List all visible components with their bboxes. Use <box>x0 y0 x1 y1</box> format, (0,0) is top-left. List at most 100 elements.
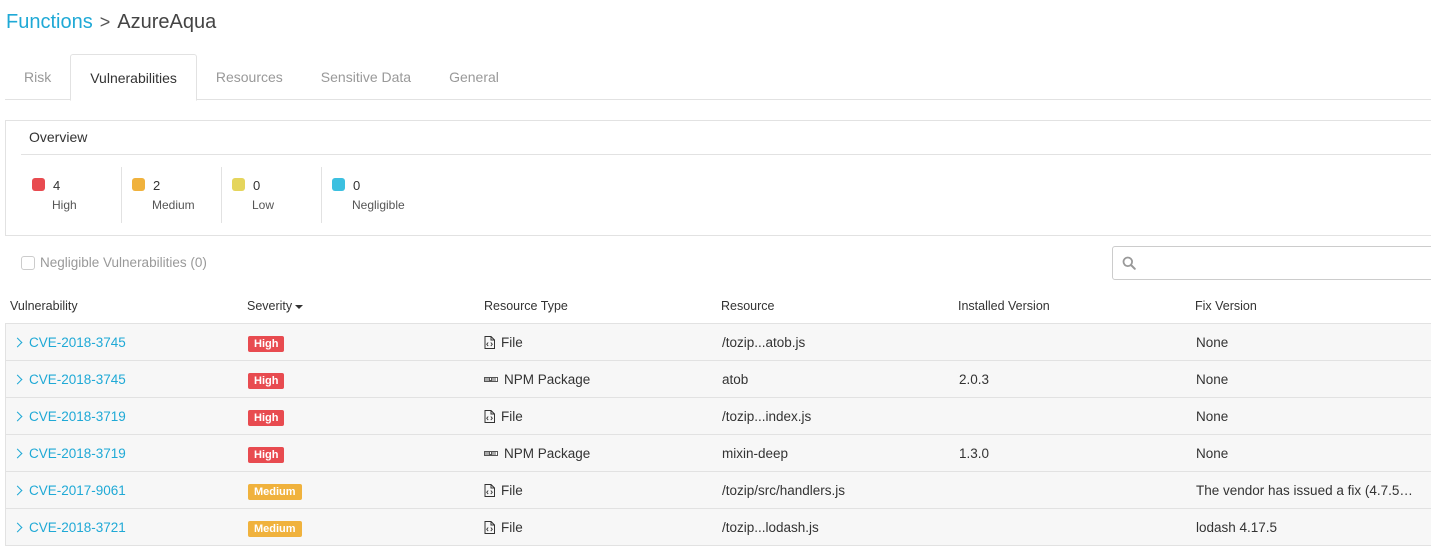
installed-version: 2.0.3 <box>959 372 990 387</box>
chevron-right-icon[interactable] <box>12 448 23 459</box>
breadcrumb: Functions > AzureAqua <box>6 9 216 35</box>
table-row[interactable]: CVE-2018-3719 High NPM Package mixin-dee… <box>5 435 1431 472</box>
cve-id[interactable]: CVE-2018-3719 <box>29 446 126 461</box>
high-swatch-icon <box>32 178 45 191</box>
severity-badge: High <box>248 447 285 463</box>
tab-bar: Risk Vulnerabilities Resources Sensitive… <box>5 54 1431 101</box>
fix-version: lodash 4.17.5 <box>1196 520 1278 535</box>
fix-version: None <box>1196 335 1229 350</box>
cve-link[interactable]: CVE-2017-9061 <box>10 483 126 498</box>
npm-icon <box>484 376 501 383</box>
chevron-right-icon[interactable] <box>12 485 23 496</box>
column-header-severity-label: Severity <box>247 299 293 313</box>
cve-link[interactable]: CVE-2018-3721 <box>10 520 126 535</box>
file-code-icon <box>484 410 498 423</box>
search-input[interactable] <box>1145 247 1431 279</box>
cve-id[interactable]: CVE-2018-3745 <box>29 372 126 387</box>
column-header-resource-type[interactable]: Resource Type <box>484 299 568 313</box>
stat-label: Medium <box>152 198 195 212</box>
resource-type-label: File <box>501 335 523 350</box>
resource-type: NPM Package <box>484 446 590 461</box>
chevron-right-icon[interactable] <box>12 411 23 422</box>
table-row[interactable]: CVE-2018-3719 High File /tozip...index.j… <box>5 398 1431 435</box>
stat-negligible: 0 Negligible <box>322 167 422 223</box>
installed-version: 1.3.0 <box>959 446 990 461</box>
sort-descending-icon <box>295 304 304 309</box>
severity-badge: High <box>248 410 285 426</box>
negligible-filter-label: Negligible Vulnerabilities (0) <box>40 255 207 270</box>
stat-count: 2 <box>153 178 161 193</box>
resource-name: mixin-deep <box>722 446 789 461</box>
cve-link[interactable]: CVE-2018-3745 <box>10 372 126 387</box>
fix-version: None <box>1196 446 1229 461</box>
column-header-resource[interactable]: Resource <box>721 299 775 313</box>
cve-id[interactable]: CVE-2018-3745 <box>29 335 126 350</box>
cve-id[interactable]: CVE-2017-9061 <box>29 483 126 498</box>
severity-badge: High <box>248 336 285 352</box>
resource-type: File <box>484 335 523 350</box>
tab-risk[interactable]: Risk <box>5 54 70 100</box>
search-box[interactable] <box>1112 246 1431 280</box>
cve-id[interactable]: CVE-2018-3719 <box>29 409 126 424</box>
column-header-fix-version[interactable]: Fix Version <box>1195 299 1257 313</box>
file-code-icon <box>484 484 498 497</box>
resource-type: File <box>484 483 523 498</box>
fix-version: None <box>1196 372 1229 387</box>
breadcrumb-current: AzureAqua <box>117 10 217 33</box>
search-icon <box>1122 256 1136 270</box>
vulnerabilities-table: Vulnerability Severity Resource Type Res… <box>5 288 1431 546</box>
negligible-vulnerabilities-filter[interactable]: Negligible Vulnerabilities (0) <box>21 255 207 270</box>
chevron-right-icon[interactable] <box>12 337 23 348</box>
tab-sensitive-data[interactable]: Sensitive Data <box>302 54 430 100</box>
severity-badge: Medium <box>248 521 302 537</box>
cve-link[interactable]: CVE-2018-3745 <box>10 335 126 350</box>
table-row[interactable]: CVE-2018-3745 High NPM Package atob 2.0.… <box>5 361 1431 398</box>
resource-type: File <box>484 520 523 535</box>
file-code-icon <box>484 336 498 349</box>
medium-swatch-icon <box>132 178 145 191</box>
file-code-icon <box>484 521 498 534</box>
fix-version: None <box>1196 409 1229 424</box>
fix-version: The vendor has issued a fix (4.7.5… <box>1196 483 1413 498</box>
stat-count: 0 <box>353 178 361 193</box>
stat-label: Low <box>252 198 275 212</box>
resource-name: /tozip...lodash.js <box>722 520 819 535</box>
resource-type: File <box>484 409 523 424</box>
cve-link[interactable]: CVE-2018-3719 <box>10 409 126 424</box>
low-swatch-icon <box>232 178 245 191</box>
stat-count: 0 <box>253 178 261 193</box>
table-body: CVE-2018-3745 High File /tozip...atob.js… <box>5 324 1431 546</box>
severity-badge: High <box>248 373 285 389</box>
breadcrumb-separator: > <box>99 11 111 32</box>
cve-id[interactable]: CVE-2018-3721 <box>29 520 126 535</box>
resource-type-label: NPM Package <box>504 372 591 387</box>
table-row[interactable]: CVE-2018-3745 High File /tozip...atob.js… <box>5 324 1431 361</box>
tab-resources[interactable]: Resources <box>197 54 302 100</box>
overview-divider <box>21 154 1431 155</box>
stat-low: 0 Low <box>222 167 322 223</box>
breadcrumb-functions-link[interactable]: Functions <box>6 11 93 34</box>
stat-label: High <box>52 198 77 212</box>
chevron-right-icon[interactable] <box>12 522 23 533</box>
tab-general[interactable]: General <box>430 54 518 100</box>
table-row[interactable]: CVE-2018-3721 Medium File /tozip...lodas… <box>5 509 1431 546</box>
column-header-installed-version[interactable]: Installed Version <box>958 299 1050 313</box>
tab-vulnerabilities[interactable]: Vulnerabilities <box>70 54 197 101</box>
stat-label: Negligible <box>352 198 405 212</box>
resource-name: /tozip/src/handlers.js <box>722 483 846 498</box>
resource-name: /tozip...atob.js <box>722 335 806 350</box>
chevron-right-icon[interactable] <box>12 374 23 385</box>
resource-type-label: File <box>501 483 523 498</box>
overview-title: Overview <box>29 129 88 145</box>
resource-type: NPM Package <box>484 372 590 387</box>
column-header-severity[interactable]: Severity <box>247 299 304 313</box>
overview-panel: Overview 4 High 2 Medium 0 Low 0 Negligi… <box>5 120 1431 236</box>
table-row[interactable]: CVE-2017-9061 Medium File /tozip/src/han… <box>5 472 1431 509</box>
resource-type-label: NPM Package <box>504 446 591 461</box>
column-header-vulnerability[interactable]: Vulnerability <box>10 299 78 313</box>
severity-badge: Medium <box>248 484 302 500</box>
resource-name: atob <box>722 372 749 387</box>
negligible-checkbox[interactable] <box>21 255 35 270</box>
resource-type-label: File <box>501 520 523 535</box>
cve-link[interactable]: CVE-2018-3719 <box>10 446 126 461</box>
